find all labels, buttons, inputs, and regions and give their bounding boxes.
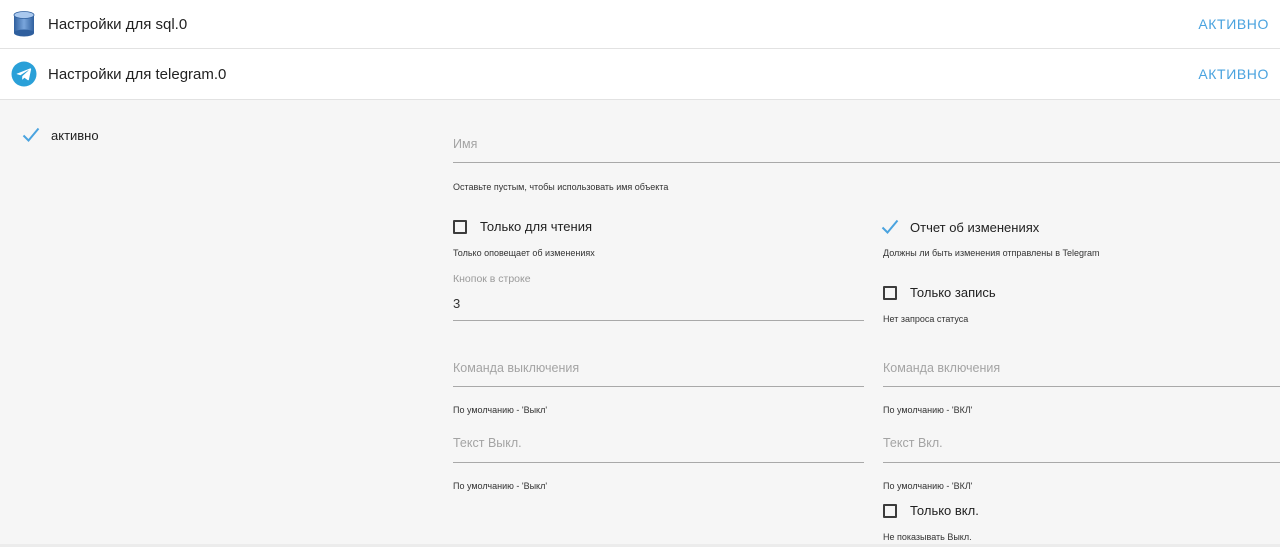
- readonly-label: Только для чтения: [480, 219, 593, 234]
- database-icon: [11, 11, 37, 37]
- active-checkbox[interactable]: активно: [22, 127, 99, 143]
- on-command-underline: [883, 386, 1280, 387]
- write-only-checkbox[interactable]: Только запись: [883, 285, 996, 300]
- on-command-placeholder: Команда включения: [883, 361, 1001, 375]
- adapter-title: Настройки для sql.0: [48, 15, 188, 33]
- checkbox-box[interactable]: [453, 219, 467, 234]
- buttons-per-row-underline: [453, 320, 864, 321]
- adapter-status-link[interactable]: АКТИВНО: [1198, 66, 1269, 82]
- off-command-hint: По умолчанию - 'Выкл': [453, 405, 548, 415]
- name-placeholder: Имя: [453, 137, 478, 151]
- readonly-checkbox[interactable]: Только для чтения: [453, 219, 592, 234]
- checkmark-icon: [22, 127, 42, 143]
- active-label: активно: [51, 127, 99, 143]
- checkmark-icon: [881, 219, 901, 235]
- adapter-row-telegram[interactable]: Настройки для telegram.0 АКТИВНО: [0, 49, 1280, 100]
- adapter-row-sql[interactable]: Настройки для sql.0 АКТИВНО: [0, 0, 1280, 49]
- telegram-settings-panel: активно Имя Оставьте пустым, чтобы испол…: [0, 100, 1280, 547]
- on-text-underline: [883, 462, 1280, 463]
- on-command-hint: По умолчанию - 'ВКЛ': [883, 405, 973, 415]
- off-text-placeholder: Текст Выкл.: [453, 436, 522, 450]
- off-command-underline: [453, 386, 864, 387]
- name-hint: Оставьте пустым, чтобы использовать имя …: [453, 182, 669, 192]
- off-command-field[interactable]: Команда выключения: [453, 354, 864, 388]
- report-changes-label: Отчет об изменениях: [910, 219, 1040, 235]
- off-text-underline: [453, 462, 864, 463]
- on-text-hint: По умолчанию - 'ВКЛ': [883, 481, 973, 491]
- write-only-hint: Нет запроса статуса: [883, 314, 969, 324]
- adapter-status-link[interactable]: АКТИВНО: [1198, 16, 1269, 32]
- buttons-per-row-label: Кнопок в строке: [453, 273, 531, 285]
- on-text-placeholder: Текст Вкл.: [883, 436, 943, 450]
- buttons-per-row-value[interactable]: 3: [453, 296, 460, 311]
- write-only-label: Только запись: [910, 285, 996, 300]
- telegram-icon: [11, 61, 37, 87]
- only-on-checkbox[interactable]: Только вкл.: [883, 503, 979, 518]
- on-command-field[interactable]: Команда включения: [883, 354, 1280, 388]
- on-text-field[interactable]: Текст Вкл.: [883, 429, 1280, 464]
- readonly-hint: Только оповещает об изменениях: [453, 248, 595, 258]
- only-on-hint: Не показывать Выкл.: [883, 532, 972, 542]
- off-command-placeholder: Команда выключения: [453, 361, 580, 375]
- only-on-label: Только вкл.: [910, 503, 979, 518]
- off-text-hint: По умолчанию - 'Выкл': [453, 481, 548, 491]
- checkbox-box[interactable]: [883, 285, 897, 300]
- name-underline: [453, 162, 1280, 163]
- adapter-title: Настройки для telegram.0: [48, 65, 227, 83]
- buttons-per-row-field[interactable]: Кнопок в строке 3: [453, 272, 864, 322]
- off-text-field[interactable]: Текст Выкл.: [453, 429, 864, 464]
- checkbox-box[interactable]: [883, 503, 897, 518]
- report-changes-checkbox[interactable]: Отчет об изменениях: [881, 219, 1039, 235]
- report-changes-hint: Должны ли быть изменения отправлены в Te…: [883, 248, 1100, 258]
- name-field[interactable]: Имя: [453, 130, 1280, 164]
